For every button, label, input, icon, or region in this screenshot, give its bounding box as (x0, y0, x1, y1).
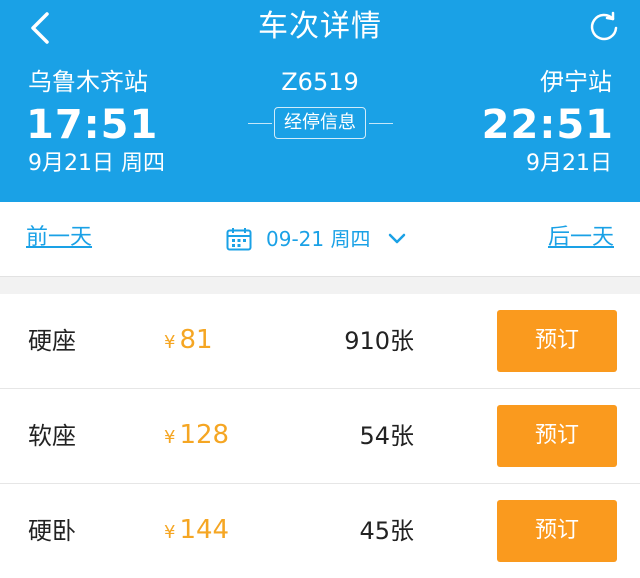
page-title: 车次详情 (258, 9, 382, 44)
departure-time: 17:51 (26, 102, 159, 148)
price-amount: 128 (179, 420, 230, 450)
chevron-down-icon (389, 233, 406, 244)
seat-type: 硬卧 (28, 517, 76, 545)
tickets-remaining: 910张 (344, 327, 414, 355)
seat-type: 软座 (28, 422, 76, 450)
arrival-date: 9月21日 (526, 151, 612, 176)
calendar-icon (226, 228, 252, 251)
arrival-station: 伊宁站 (540, 68, 612, 96)
trip-header: 车次详情 乌鲁木齐站 17:51 9月21日 周四 Z6519 经停信息 伊宁站… (0, 0, 640, 202)
book-button[interactable]: 预订 (497, 310, 617, 372)
date-bar: 前一天 09-21 周四 后一天 (0, 202, 640, 277)
price-amount: 81 (179, 325, 213, 355)
refresh-icon (590, 11, 618, 41)
currency-symbol: ¥ (164, 522, 176, 543)
divider (369, 123, 393, 124)
arrival-time: 22:51 (481, 102, 614, 148)
date-picker[interactable]: 09-21 周四 (226, 224, 406, 254)
seat-type: 硬座 (28, 327, 76, 355)
seat-row: 硬卧 ¥144 45张 预订 (0, 484, 640, 578)
departure-station: 乌鲁木齐站 (28, 68, 148, 96)
seat-price: ¥81 (164, 324, 213, 359)
tickets-remaining: 54张 (359, 422, 414, 450)
price-amount: 144 (179, 515, 230, 545)
stop-info-button[interactable]: 经停信息 (274, 107, 366, 139)
tickets-remaining: 45张 (359, 517, 414, 545)
seat-price: ¥128 (164, 419, 229, 454)
current-date: 09-21 周四 (266, 227, 371, 251)
divider (248, 123, 272, 124)
train-number: Z6519 (281, 68, 359, 96)
previous-day-link[interactable]: 前一天 (26, 224, 92, 252)
book-button[interactable]: 预订 (497, 405, 617, 467)
seat-row: 软座 ¥128 54张 预订 (0, 389, 640, 484)
seat-price: ¥144 (164, 514, 229, 549)
next-day-link[interactable]: 后一天 (548, 224, 614, 252)
departure-date: 9月21日 周四 (28, 151, 165, 176)
seat-row: 硬座 ¥81 910张 预订 (0, 294, 640, 389)
currency-symbol: ¥ (164, 332, 176, 353)
book-button[interactable]: 预订 (497, 500, 617, 562)
currency-symbol: ¥ (164, 427, 176, 448)
seat-list: 硬座 ¥81 910张 预订 软座 ¥128 54张 预订 硬卧 ¥144 45… (0, 294, 640, 578)
section-divider (0, 277, 640, 294)
refresh-button[interactable] (582, 6, 626, 50)
